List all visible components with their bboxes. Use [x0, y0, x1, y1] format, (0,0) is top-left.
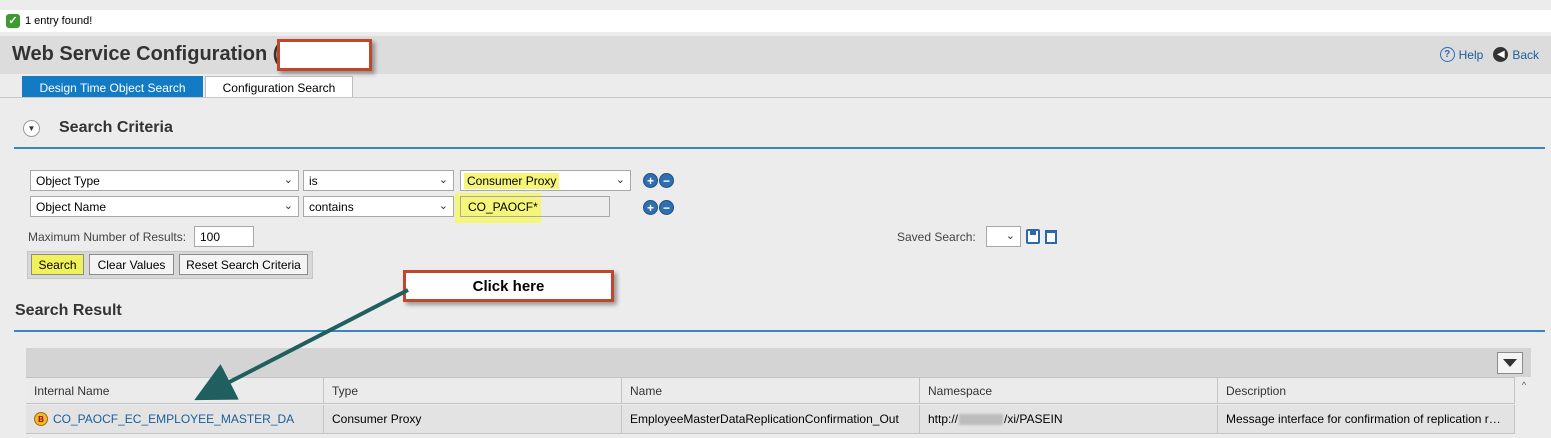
trash-icon[interactable]: [1045, 230, 1057, 244]
max-results-input[interactable]: 100: [194, 226, 254, 247]
row-2-actions: + −: [643, 200, 674, 215]
internal-name-link[interactable]: CO_PAOCF_EC_EMPLOYEE_MASTER_DA: [53, 412, 294, 426]
click-here-callout: Click here: [403, 270, 614, 302]
column-header-internal-name[interactable]: Internal Name: [26, 377, 324, 404]
value-select-1-value: Consumer Proxy: [464, 172, 560, 189]
chevron-down-icon: ⌄: [615, 174, 625, 186]
chevron-down-icon: ⌄: [438, 174, 448, 186]
scroll-up-icon[interactable]: ^: [1518, 378, 1530, 392]
table-row-internal-name[interactable]: B CO_PAOCF_EC_EMPLOYEE_MASTER_DA: [26, 405, 324, 434]
chevron-down-icon: ⌄: [283, 174, 293, 186]
search-result-title: Search Result: [15, 302, 122, 319]
namespace-suffix: /xi/PASEIN: [1004, 412, 1063, 426]
tab-configuration-search[interactable]: Configuration Search: [205, 76, 353, 98]
result-divider: [14, 330, 1545, 332]
field-select-1-value: Object Type: [36, 173, 100, 188]
search-button[interactable]: Search: [31, 254, 84, 275]
column-header-description[interactable]: Description: [1218, 377, 1515, 404]
help-icon: ?: [1439, 47, 1455, 62]
chevron-down-icon: ⌄: [438, 200, 448, 212]
column-header-type[interactable]: Type: [324, 377, 622, 404]
operator-select-2-value: contains: [309, 199, 354, 214]
table-row-name: EmployeeMasterDataReplicationConfirmatio…: [622, 405, 920, 434]
max-results-value: 100: [200, 229, 221, 244]
operator-select-1-value: is: [309, 173, 318, 188]
save-icon[interactable]: [1026, 229, 1040, 244]
value-select-1[interactable]: Consumer Proxy ⌄: [460, 170, 631, 191]
field-select-2[interactable]: Object Name ⌄: [30, 196, 299, 217]
reset-search-criteria-button[interactable]: Reset Search Criteria: [179, 254, 308, 275]
criteria-divider: [14, 147, 1545, 149]
remove-row-icon[interactable]: −: [659, 200, 674, 215]
message-text: 1 entry found!: [25, 15, 93, 27]
redaction-box: [277, 39, 372, 71]
table-row-namespace: http:// /xi/PASEIN: [920, 405, 1218, 434]
table-toolbar: [26, 348, 1531, 377]
table-row-description: Message interface for confirmation of re…: [1218, 405, 1515, 434]
field-select-1[interactable]: Object Type ⌄: [30, 170, 299, 191]
title-bar: Web Service Configuration (: [0, 36, 1551, 74]
chevron-down-icon: ⌄: [1005, 230, 1015, 242]
operator-select-1[interactable]: is ⌄: [303, 170, 454, 191]
redacted-host: [959, 413, 1004, 425]
collapse-toggle-icon[interactable]: ▼: [23, 120, 40, 137]
table-row-type: Consumer Proxy: [324, 405, 622, 434]
help-link[interactable]: ? Help: [1439, 47, 1484, 62]
field-select-2-value: Object Name: [36, 199, 107, 214]
search-criteria-title: Search Criteria: [59, 119, 173, 136]
page-title: Web Service Configuration (: [12, 43, 280, 65]
tab-divider: [0, 97, 1551, 98]
tab-design-time-object-search[interactable]: Design Time Object Search: [22, 76, 203, 98]
value-input-2[interactable]: CO_PAOCF*: [460, 196, 610, 217]
consumer-proxy-icon: B: [34, 412, 48, 426]
tab-strip: Design Time Object Search Configuration …: [22, 76, 353, 98]
add-row-icon[interactable]: +: [643, 200, 658, 215]
back-label: Back: [1512, 47, 1539, 62]
back-arrow-icon: ◀: [1493, 47, 1509, 62]
back-link[interactable]: ◀ Back: [1493, 47, 1539, 62]
value-input-2-value: CO_PAOCF*: [466, 198, 540, 215]
clear-values-button[interactable]: Clear Values: [89, 254, 174, 275]
help-label: Help: [1458, 47, 1484, 62]
chevron-down-icon: ⌄: [283, 200, 293, 212]
check-icon: ✓: [6, 14, 20, 28]
operator-select-2[interactable]: contains ⌄: [303, 196, 454, 217]
max-results-label: Maximum Number of Results:: [28, 230, 187, 244]
add-row-icon[interactable]: +: [643, 173, 658, 188]
column-header-name[interactable]: Name: [622, 377, 920, 404]
namespace-prefix: http://: [928, 412, 959, 426]
header-links: ? Help ◀ Back: [1439, 47, 1539, 62]
filter-icon[interactable]: [1497, 352, 1523, 374]
column-header-namespace[interactable]: Namespace: [920, 377, 1218, 404]
remove-row-icon[interactable]: −: [659, 173, 674, 188]
saved-search-select[interactable]: ⌄: [986, 226, 1021, 247]
message-bar: ✓ 1 entry found!: [0, 10, 1551, 32]
row-1-actions: + −: [643, 173, 674, 188]
saved-search-label: Saved Search:: [897, 230, 976, 244]
